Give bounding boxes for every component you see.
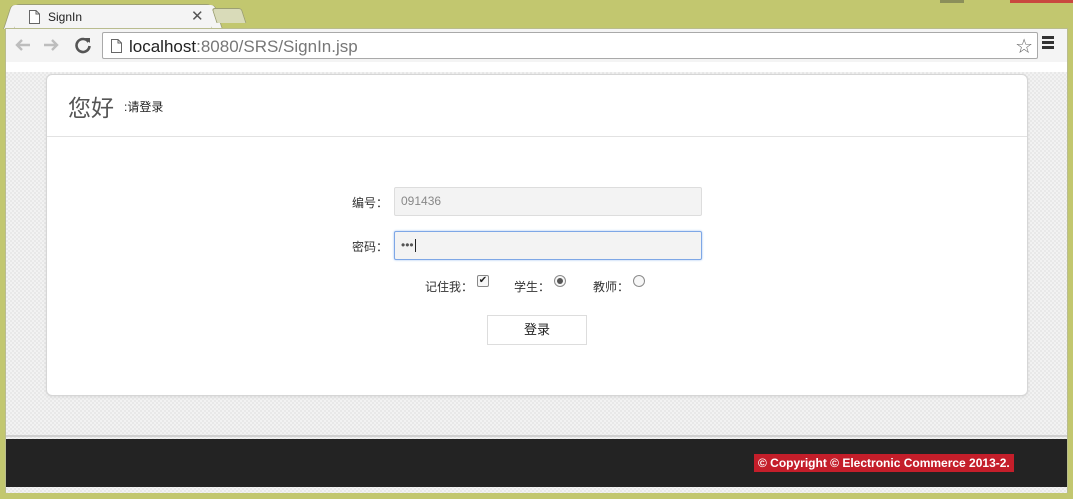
back-arrow-icon[interactable] [12, 34, 34, 56]
login-button[interactable]: 登录 [487, 315, 587, 345]
student-label: 学生： [514, 280, 551, 294]
url-host: localhost [129, 37, 197, 56]
student-radio[interactable] [554, 275, 566, 287]
teacher-label: 教师： [593, 280, 630, 294]
menu-icon[interactable] [1042, 36, 1056, 50]
new-tab-button[interactable] [211, 8, 247, 23]
page-viewport: 您好 :请登录 编号： 091436 密码： ••• 记住我： ✔ 学生： 教师… [5, 62, 1068, 493]
text-caret [414, 239, 416, 253]
browser-toolbar: localhost:8080/SRS/SignIn.jsp ☆ [5, 28, 1068, 62]
page-footer: © Copyright © Electronic Commerce 2013-2… [6, 439, 1067, 487]
close-icon[interactable]: ✕ [191, 7, 204, 25]
password-label: 密码： [351, 240, 388, 254]
page-icon [111, 39, 122, 53]
window-bottom-border [5, 493, 1068, 499]
tab-title: SignIn [48, 10, 83, 24]
id-input[interactable]: 091436 [394, 187, 702, 216]
minimize-button[interactable] [940, 0, 964, 3]
footer-divider [6, 435, 1067, 437]
id-label: 编号： [351, 196, 388, 210]
checkbox-checked-icon: ✔ [478, 275, 488, 286]
greeting-title: 您好 [68, 96, 114, 122]
window-controls [0, 0, 1073, 3]
address-bar[interactable]: localhost:8080/SRS/SignIn.jsp ☆ [102, 32, 1038, 59]
forward-arrow-icon[interactable] [40, 34, 62, 56]
remember-checkbox[interactable]: ✔ [477, 275, 489, 287]
greeting-subtitle: :请登录 [124, 100, 164, 114]
browser-tab[interactable]: SignIn ✕ [14, 4, 212, 29]
login-panel: 您好 :请登录 编号： 091436 密码： ••• 记住我： ✔ 学生： 教师… [46, 74, 1028, 396]
url-text: localhost:8080/SRS/SignIn.jsp [129, 37, 358, 57]
copyright-badge: © Copyright © Electronic Commerce 2013-2… [754, 454, 1014, 472]
password-mask: ••• [401, 238, 414, 252]
password-input[interactable]: ••• [394, 231, 702, 260]
reload-icon[interactable] [72, 34, 94, 56]
window-close-button[interactable] [1010, 0, 1073, 3]
url-path: :8080/SRS/SignIn.jsp [196, 37, 358, 56]
panel-header: 您好 :请登录 [47, 75, 1027, 137]
page-icon [29, 10, 40, 24]
teacher-radio[interactable] [633, 275, 645, 287]
top-strip [6, 62, 1067, 72]
star-icon[interactable]: ☆ [1015, 34, 1033, 59]
remember-label: 记住我： [425, 280, 474, 294]
